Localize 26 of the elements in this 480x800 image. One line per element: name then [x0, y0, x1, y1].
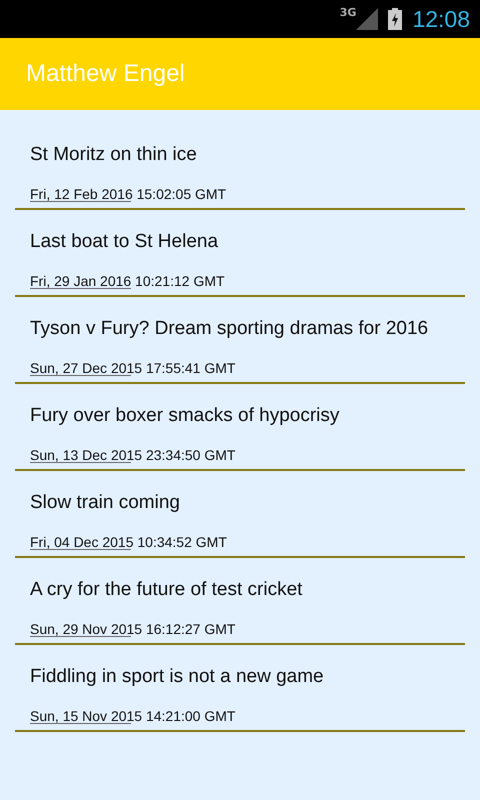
article-item[interactable]: St Moritz on thin ice Fri, 12 Feb 2016 15:02:05 GMT [15, 123, 465, 210]
article-title: A cry for the future of test cricket [30, 578, 304, 602]
article-item[interactable]: Tyson v Fury? Dream sporting dramas for 2016 Sun, 27 Dec 2015 17:55:41 GMT [15, 297, 465, 384]
article-date: Sun, 27 Dec 2015 17:55:41 GMT [30, 359, 236, 377]
article-title: Fury over boxer smacks of hypocrisy [30, 404, 340, 428]
network-label: 3G [340, 6, 356, 19]
article-title: Tyson v Fury? Dream sporting dramas for 2016 [30, 317, 430, 341]
article-title: Slow train coming [30, 491, 181, 515]
clock-time: 12:08 [412, 6, 470, 32]
article-title: St Moritz on thin ice [30, 143, 198, 167]
article-date: Sun, 13 Dec 2015 23:34:50 GMT [30, 446, 236, 464]
article-item[interactable]: A cry for the future of test cricket Sun, 29 Nov 2015 16:12:27 GMT [15, 558, 465, 645]
article-date: Fri, 04 Dec 2015 10:34:52 GMT [30, 533, 228, 551]
article-date: Sun, 15 Nov 2015 14:21:00 GMT [30, 707, 236, 725]
article-title: Fiddling in sport is not a new game [30, 665, 325, 689]
article-item[interactable]: Last boat to St Helena Fri, 29 Jan 2016 10:21:12 GMT [15, 210, 465, 297]
article-date: Fri, 12 Feb 2016 15:02:05 GMT [30, 185, 228, 203]
article-date: Sun, 29 Nov 2015 16:12:27 GMT [30, 620, 236, 638]
battery-charging-icon [388, 8, 402, 30]
app-title: Matthew Engel [26, 60, 185, 88]
article-title: Last boat to St Helena [30, 230, 220, 254]
article-item[interactable]: Fiddling in sport is not a new game Sun, 15 Nov 2015 14:21:00 GMT [15, 645, 465, 732]
signal-icon [356, 8, 378, 30]
article-date: Fri, 29 Jan 2016 10:21:12 GMT [30, 272, 226, 290]
article-item[interactable]: Fury over boxer smacks of hypocrisy Sun, 13 Dec 2015 23:34:50 GMT [15, 384, 465, 471]
article-item[interactable]: Slow train coming Fri, 04 Dec 2015 10:34:52 GMT [15, 471, 465, 558]
